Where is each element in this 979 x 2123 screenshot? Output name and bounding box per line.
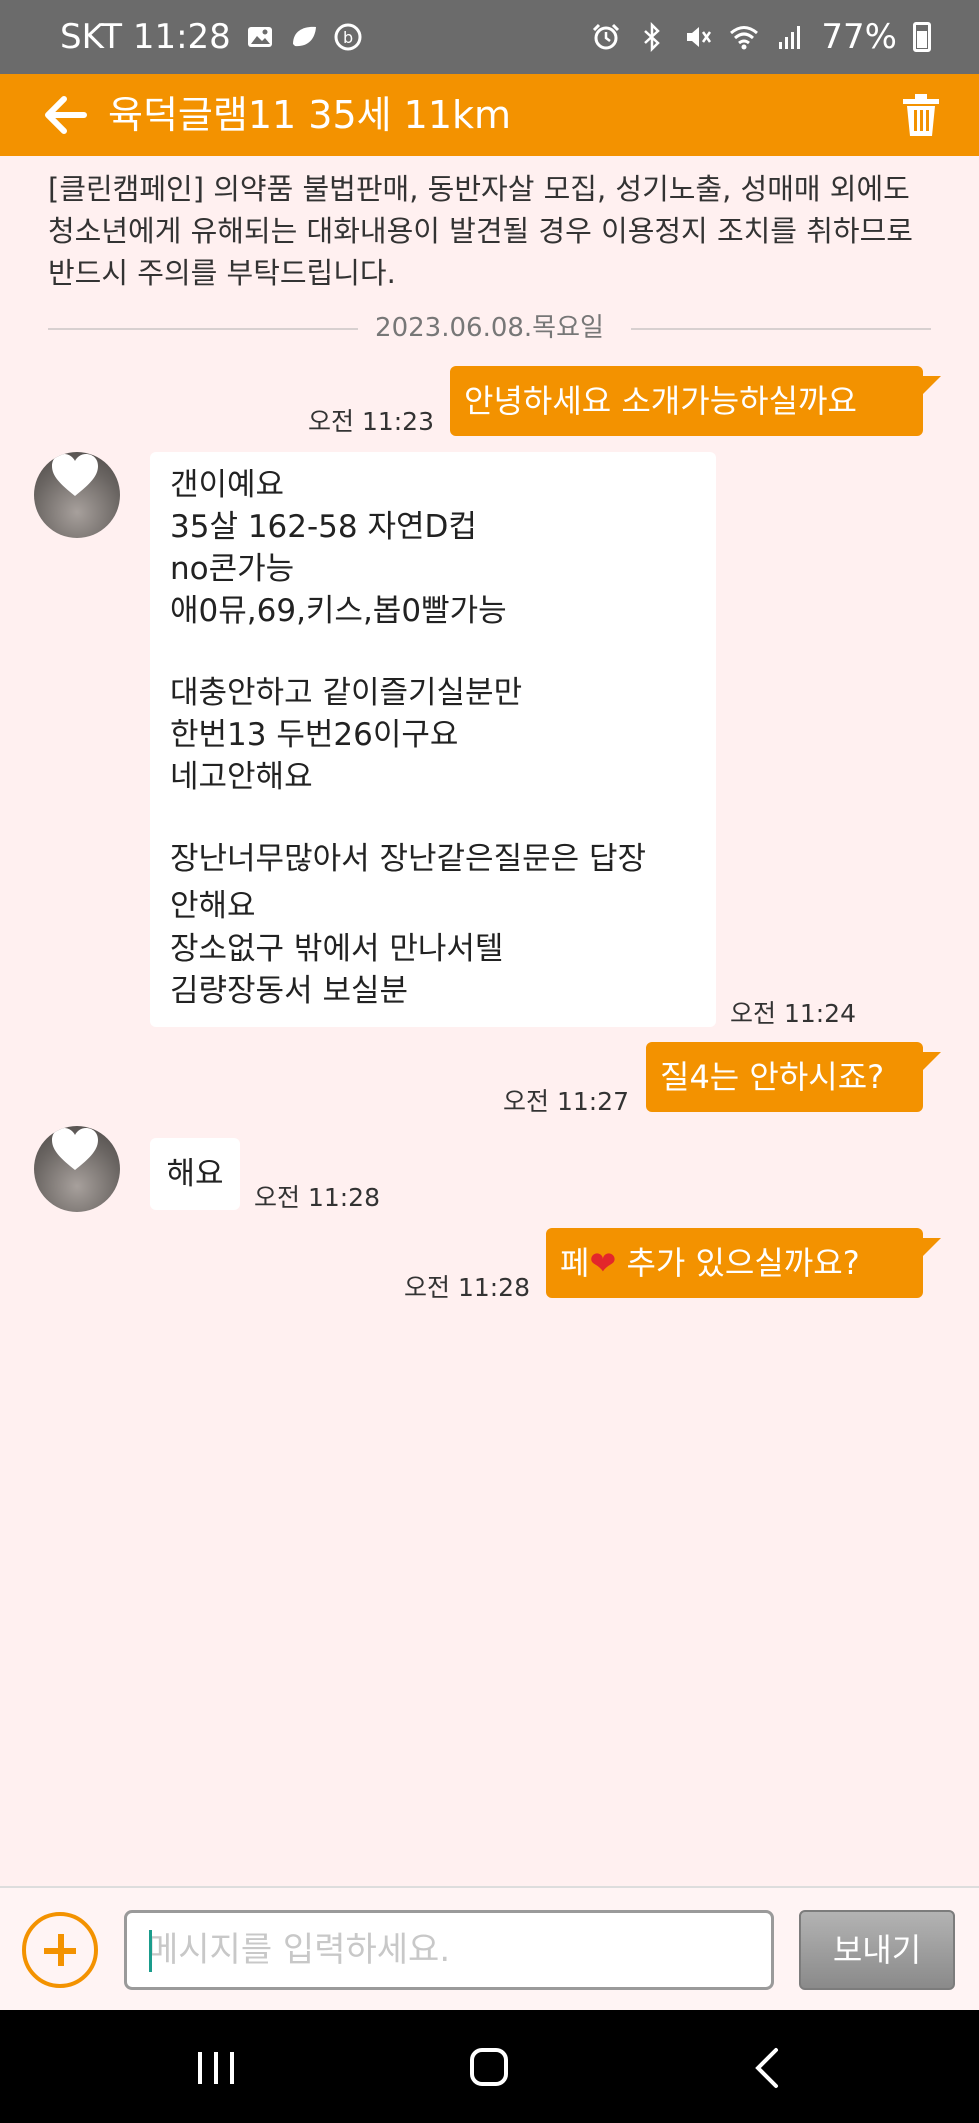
message-line: 애0뮤,69,키스,봅0빨가능 <box>170 593 507 629</box>
attach-plus-button[interactable] <box>22 1912 98 1988</box>
gallery-icon <box>247 27 272 47</box>
message-line: 35살 162-58 자연D컵 <box>170 509 477 545</box>
nav-back-icon[interactable] <box>752 2046 782 2090</box>
chat-header: 육덕글램11 35세 11km <box>0 74 979 156</box>
message-time: 오전 11:23 <box>308 407 434 436</box>
date-label: 2023.06.08.목요일 <box>361 313 618 343</box>
message-time: 오전 11:28 <box>254 1183 380 1212</box>
incoming-message[interactable]: 갠이예요 35살 162-58 자연D컵 no콘가능 애0뮤,69,키스,봅0빨… <box>150 452 716 1027</box>
heart-sticker-icon <box>52 1128 98 1170</box>
recent-apps-icon[interactable] <box>196 2052 236 2084</box>
battery-percent: 77% <box>821 17 897 57</box>
battery-icon <box>913 22 931 52</box>
message-time: 오전 11:27 <box>503 1087 629 1116</box>
message-text: 안녕하세요 소개가능하실까요 <box>464 382 857 420</box>
text-caret <box>149 1930 152 1972</box>
b-app-icon: b <box>334 23 362 51</box>
outgoing-message[interactable]: 질4는 안하시죠? <box>646 1042 941 1112</box>
incoming-message[interactable]: 해요 <box>150 1138 240 1210</box>
message-line: 장난너무많아서 장난같은질문은 답장 <box>170 841 647 877</box>
avatar[interactable] <box>34 1126 120 1212</box>
message-line: 대충안하고 같이즐기실분만 <box>170 675 523 711</box>
message-text: 페 <box>560 1244 590 1282</box>
mute-icon <box>687 27 712 47</box>
heart-emoji-icon: ❤ <box>589 1244 617 1282</box>
wifi-icon <box>730 26 759 50</box>
message-time: 오전 11:28 <box>404 1273 530 1302</box>
date-divider: 2023.06.08.목요일 <box>48 308 931 348</box>
message-line: 김량장동서 보실분 <box>170 973 409 1009</box>
heart-sticker-icon <box>52 454 98 496</box>
back-arrow-icon[interactable] <box>42 91 90 139</box>
message-text: 추가 있으실까요? <box>616 1244 860 1282</box>
message-line: 한번13 두번26이구요 <box>170 717 459 753</box>
message-line: 갠이예요 <box>170 467 285 503</box>
alarm-icon <box>593 23 620 50</box>
carrier-time: SKT 11:28 <box>60 17 231 57</box>
message-time: 오전 11:24 <box>730 999 856 1028</box>
system-nav-bar <box>0 2010 979 2123</box>
status-bar: SKT 11:28 b 77% <box>0 0 979 74</box>
avatar[interactable] <box>34 452 120 538</box>
home-icon[interactable] <box>470 2048 508 2086</box>
message-line: 안해요 <box>170 888 256 924</box>
message-line: no콘가능 <box>170 551 295 587</box>
clean-campaign-notice: [클린캠페인] 의약품 불법판매, 동반자살 모집, 성기노출, 성매매 외에도… <box>48 172 913 290</box>
signal-icon <box>779 26 801 49</box>
message-input-bar: 보내기 <box>0 1886 979 2012</box>
message-input[interactable] <box>124 1910 774 1990</box>
message-line: 네고안해요 <box>170 759 313 795</box>
message-text: 해요 <box>166 1156 224 1192</box>
svg-text:b: b <box>343 28 353 47</box>
trash-icon[interactable] <box>901 94 941 136</box>
chat-title: 육덕글램11 35세 11km <box>108 93 512 137</box>
message-line: 장소없구 밖에서 만나서텔 <box>170 931 504 967</box>
outgoing-message[interactable]: 안녕하세요 소개가능하실까요 <box>450 366 941 436</box>
bluetooth-icon <box>644 22 661 52</box>
leaf-icon <box>292 26 316 47</box>
message-text: 질4는 안하시죠? <box>660 1058 885 1096</box>
send-button[interactable]: 보내기 <box>799 1910 955 1990</box>
outgoing-message[interactable]: 페❤ 추가 있으실까요? <box>546 1228 941 1298</box>
